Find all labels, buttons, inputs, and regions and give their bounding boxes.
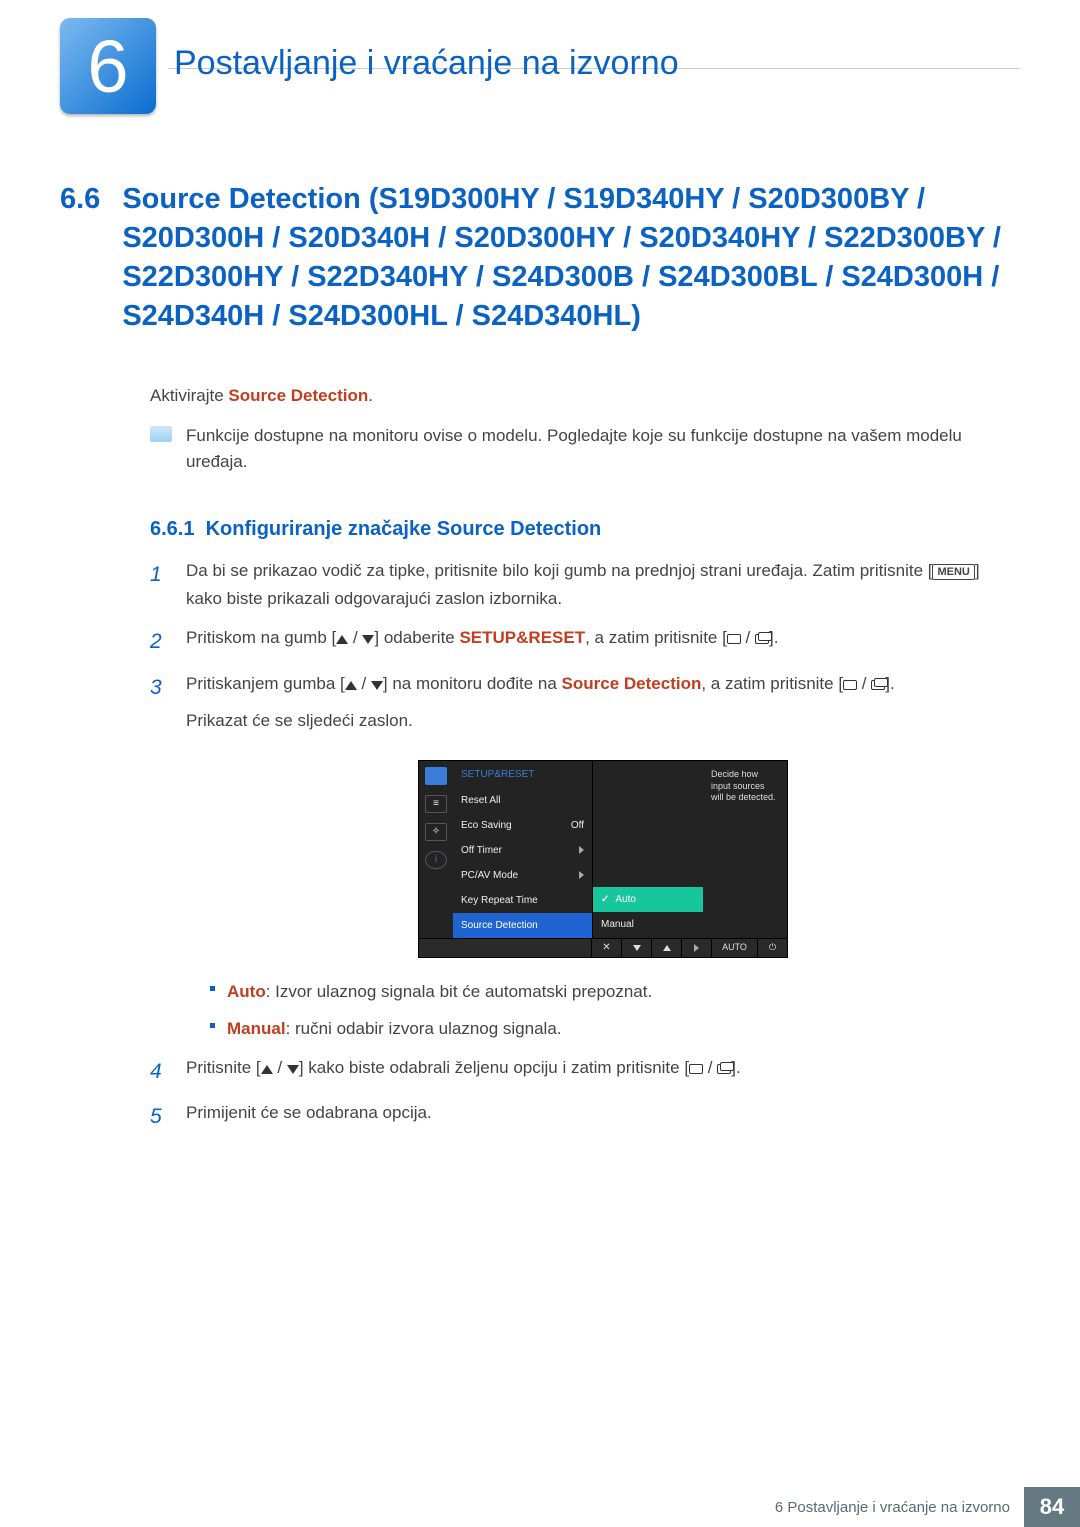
step-4: 4 Pritisnite [ / ] kako biste odabrali ž… <box>150 1054 1020 1090</box>
step4-text-a: Pritisnite [ <box>186 1058 261 1077</box>
osd-power-icon: ⏻ <box>757 939 787 957</box>
osd-option-selected: ✓Auto <box>593 887 703 912</box>
osd-item: Key Repeat Time <box>453 888 592 913</box>
menu-key: MENU <box>932 564 974 580</box>
step2-text-a: Pritiskom na gumb [ <box>186 628 336 647</box>
step1-text-a: Da bi se prikazao vodič za tipke, pritis… <box>186 561 932 580</box>
osd-option-list: ✓Auto Manual <box>593 761 703 938</box>
osd-menu-list: SETUP&RESET Reset All Eco SavingOff Off … <box>453 761 593 938</box>
osd-title: SETUP&RESET <box>453 761 592 788</box>
subsection-number: 6.6.1 <box>150 518 194 540</box>
step-number: 4 <box>150 1054 168 1090</box>
up-icon <box>261 1065 273 1074</box>
manual-label: Manual <box>227 1019 286 1038</box>
enter-icon-b <box>755 634 769 644</box>
down-icon <box>371 681 383 690</box>
source-detection-keyword: Source Detection <box>562 674 702 693</box>
osd-down-icon <box>621 939 651 957</box>
osd-close-icon: ✕ <box>591 939 621 957</box>
chapter-header: 6 Postavljanje i vraćanje na izvorno <box>60 18 679 114</box>
osd-right-icon <box>681 939 711 957</box>
up-icon <box>336 635 348 644</box>
intro-suffix: . <box>368 386 373 405</box>
page-footer: 6 Postavljanje i vraćanje na izvorno 84 <box>0 1487 1080 1527</box>
step-5: 5 Primijenit će se odabrana opcija. <box>150 1099 1020 1135</box>
up-icon <box>345 681 357 690</box>
down-icon <box>362 635 374 644</box>
step2-text-b: ] odaberite <box>374 628 459 647</box>
osd-item: Reset All <box>453 788 592 813</box>
bullet-icon <box>210 986 215 991</box>
manual-text: : ručni odabir izvora ulaznog signala. <box>286 1019 562 1038</box>
section-heading: 6.6 Source Detection (S19D300HY / S19D34… <box>60 180 1020 337</box>
auto-label: Auto <box>227 982 266 1001</box>
osd-monitor-icon <box>425 767 447 785</box>
footer-label: 6 Postavljanje i vraćanje na izvorno <box>761 1487 1024 1527</box>
intro-prefix: Aktivirajte <box>150 386 228 405</box>
osd-option: Manual <box>593 912 703 937</box>
intro-keyword: Source Detection <box>228 386 368 405</box>
subsection-title: Konfiguriranje značajke Source Detection <box>206 518 602 540</box>
section-title: Source Detection (S19D300HY / S19D340HY … <box>122 180 1020 337</box>
note-block: Funkcije dostupne na monitoru ovise o mo… <box>150 423 1020 476</box>
subsection-heading: 6.6.1 Konfiguriranje značajke Source Det… <box>150 518 1020 541</box>
note-icon <box>150 426 172 442</box>
bullet-auto: Auto: Izvor ulaznog signala bit će autom… <box>210 978 1020 1007</box>
osd-sidebar: ≡ ✧ i <box>419 761 453 938</box>
down-icon <box>287 1065 299 1074</box>
osd-footer: ✕ AUTO ⏻ <box>419 938 787 957</box>
step3-text-a: Pritiskanjem gumba [ <box>186 674 345 693</box>
step2-text-c: , a zatim pritisnite [ <box>585 628 727 647</box>
step-2: 2 Pritiskom na gumb [ / ] odaberite SETU… <box>150 624 1020 660</box>
step3-tail: Prikazat će se sljedeći zaslon. <box>186 707 1020 736</box>
caret-right-icon <box>579 846 584 854</box>
osd-info-icon: i <box>425 851 447 869</box>
step4-text-b: ] kako biste odabrali željenu opciju i z… <box>299 1058 689 1077</box>
auto-text: : Izvor ulaznog signala bit će automatsk… <box>266 982 653 1001</box>
osd-up-icon <box>651 939 681 957</box>
step3-text-b: ] na monitoru dođite na <box>383 674 562 693</box>
osd-hint: Decide how input sources will be detecte… <box>703 761 787 938</box>
chapter-title: Postavljanje i vraćanje na izvorno <box>174 44 679 89</box>
osd-auto-button: AUTO <box>711 939 757 957</box>
step-3: 3 Pritiskanjem gumba [ / ] na monitoru d… <box>150 670 1020 1044</box>
step5-text: Primijenit će se odabrana opcija. <box>186 1099 1020 1135</box>
osd-gear-icon: ✧ <box>425 823 447 841</box>
check-icon: ✓ <box>601 891 609 908</box>
step-number: 1 <box>150 557 168 615</box>
chapter-number-badge: 6 <box>60 18 156 114</box>
setup-reset-keyword: SETUP&RESET <box>459 628 585 647</box>
osd-item: Off Timer <box>453 838 592 863</box>
step-1: 1 Da bi se prikazao vodič za tipke, prit… <box>150 557 1020 615</box>
step3-text-c: , a zatim pritisnite [ <box>701 674 843 693</box>
bullet-manual: Manual: ručni odabir izvora ulaznog sign… <box>210 1015 1020 1044</box>
osd-item: PC/AV Mode <box>453 863 592 888</box>
note-text: Funkcije dostupne na monitoru ovise o mo… <box>186 423 1020 476</box>
osd-screenshot: ≡ ✧ i SETUP&RESET Reset All Eco SavingOf… <box>418 760 788 958</box>
osd-item: Eco SavingOff <box>453 813 592 838</box>
step-number: 3 <box>150 670 168 1044</box>
section-number: 6.6 <box>60 180 100 337</box>
intro-line: Aktivirajte Source Detection. <box>150 383 1020 409</box>
osd-item-selected: Source Detection <box>453 913 592 938</box>
enter-icon-a <box>727 634 741 644</box>
enter-icon-a <box>689 1064 703 1074</box>
osd-list-icon: ≡ <box>425 795 447 813</box>
enter-icon-b <box>871 680 885 690</box>
enter-icon-b <box>717 1064 731 1074</box>
footer-page-number: 84 <box>1024 1487 1080 1527</box>
caret-right-icon <box>579 871 584 879</box>
enter-icon-a <box>843 680 857 690</box>
step-number: 2 <box>150 624 168 660</box>
bullet-icon <box>210 1023 215 1028</box>
step-number: 5 <box>150 1099 168 1135</box>
